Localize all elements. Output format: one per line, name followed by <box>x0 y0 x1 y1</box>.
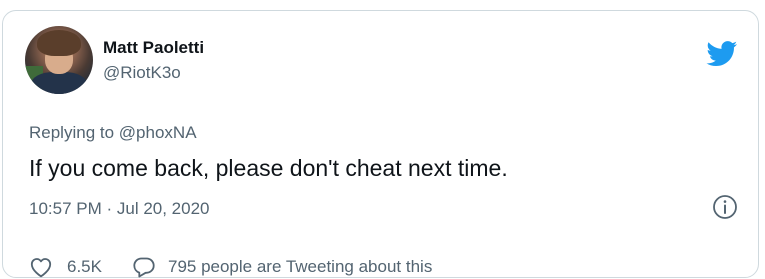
avatar[interactable] <box>25 26 93 94</box>
author-name[interactable]: Matt Paoletti <box>103 38 204 58</box>
twitter-bird-icon[interactable] <box>706 41 738 67</box>
tweeting-about-link[interactable]: 795 people are Tweeting about this <box>132 255 432 279</box>
replying-to-mention[interactable]: @phoxNA <box>119 123 197 142</box>
info-icon[interactable] <box>712 194 738 220</box>
avatar-shirt <box>31 72 87 94</box>
like-count: 6.5K <box>67 257 102 276</box>
author-handle[interactable]: @RiotK3o <box>103 63 181 83</box>
tweeting-about-text: 795 people are Tweeting about this <box>167 257 433 276</box>
tweet-timestamp[interactable]: 10:57 PM · Jul 20, 2020 <box>29 199 210 219</box>
speech-bubble-icon <box>133 257 155 278</box>
replying-to-label: Replying to <box>29 123 115 142</box>
replying-to-line: Replying to @phoxNA <box>29 123 197 143</box>
tweet-card[interactable]: Matt Paoletti @RiotK3o Replying to @phox… <box>2 10 759 278</box>
avatar-hair <box>37 30 81 56</box>
tweet-actions: 6.5K 795 people are Tweeting about this <box>29 255 432 279</box>
tweet-text: If you come back, please don't cheat nex… <box>29 155 508 181</box>
